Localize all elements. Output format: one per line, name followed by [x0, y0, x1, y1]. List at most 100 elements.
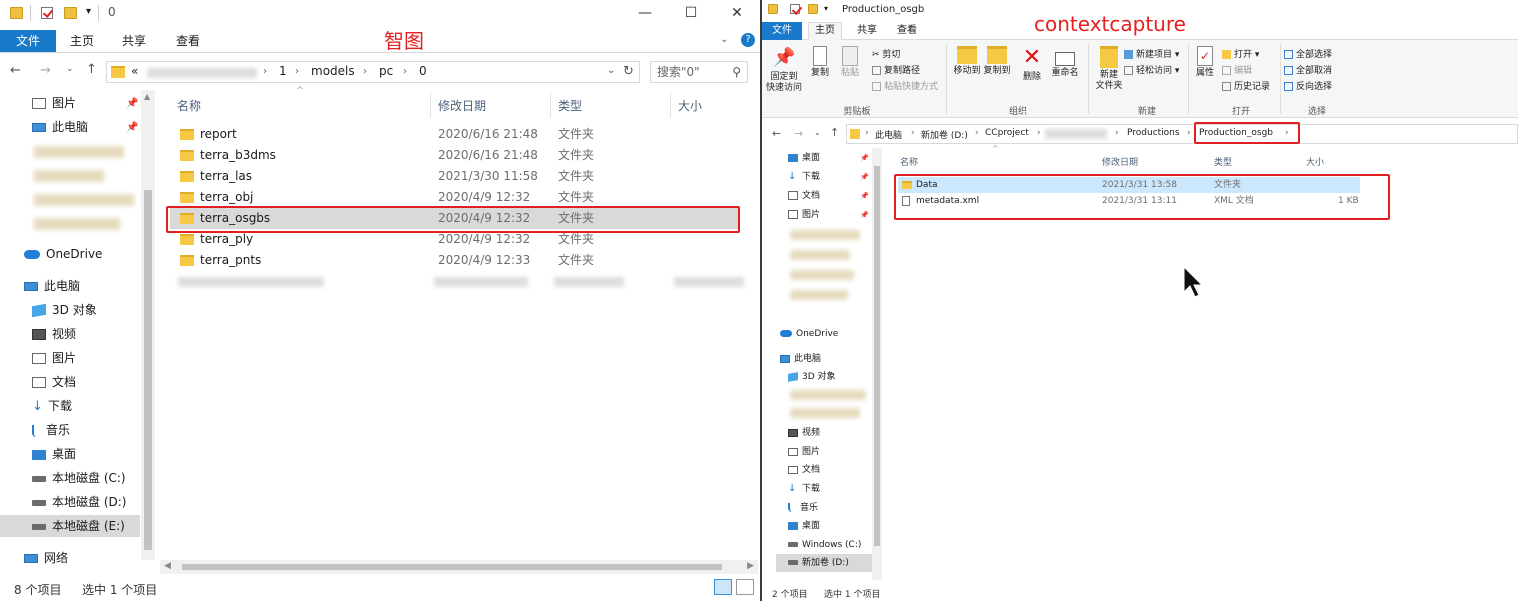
easy-access-button[interactable]: 轻松访问 ▾	[1124, 63, 1179, 76]
column-header-size[interactable]: 大小	[1306, 155, 1324, 168]
forward-button[interactable]: →	[794, 127, 803, 140]
customize-toolbar-icon[interactable]: ▾	[824, 4, 828, 13]
copy-path-button[interactable]: 复制路径	[872, 63, 920, 76]
cut-button[interactable]: ✂ 剪切	[872, 47, 900, 60]
copy-to-button[interactable]: 复制到	[982, 46, 1012, 77]
tab-home[interactable]: 主页	[58, 30, 106, 52]
file-row-terra-b3dms[interactable]: terra_b3dms 2020/6/16 21:48 文件夹	[170, 145, 738, 166]
nav-scrollbar[interactable]: ▲	[141, 90, 155, 560]
column-header-name[interactable]: 名称	[900, 155, 918, 168]
nav-onedrive[interactable]: OneDrive	[780, 325, 838, 343]
breadcrumb-productions[interactable]: Productions	[1127, 128, 1180, 138]
tab-share[interactable]: 共享	[850, 22, 884, 40]
nav-pictures[interactable]: 图片	[788, 443, 820, 461]
file-row-terra-las[interactable]: terra_las 2021/3/30 11:58 文件夹	[170, 166, 738, 187]
breadcrumb-drive-d[interactable]: 新加卷 (D:)	[921, 128, 968, 141]
back-button[interactable]: ←	[10, 63, 21, 78]
nav-desktop[interactable]: 桌面	[788, 517, 820, 535]
nav-this-pc[interactable]: 此电脑	[780, 350, 821, 368]
nav-scrollbar-thumb[interactable]	[874, 166, 880, 546]
edit-button[interactable]: 编辑	[1222, 63, 1252, 76]
tab-share[interactable]: 共享	[110, 30, 158, 52]
nav-videos[interactable]: 视频	[32, 323, 76, 345]
nav-pictures[interactable]: 图片	[32, 347, 76, 369]
delete-button[interactable]: ✕ 删除	[1018, 46, 1046, 83]
column-header-name[interactable]: 名称	[177, 97, 201, 114]
breadcrumb-1[interactable]: 1	[279, 64, 287, 78]
file-row-report[interactable]: report 2020/6/16 21:48 文件夹	[170, 124, 738, 145]
nav-drive-e[interactable]: 本地磁盘 (E:)	[0, 515, 140, 537]
paste-button[interactable]: 粘贴	[838, 46, 862, 79]
forward-button[interactable]: →	[40, 63, 51, 78]
nav-drive-d[interactable]: 新加卷 (D:)	[776, 554, 872, 572]
tab-view[interactable]: 查看	[890, 22, 924, 40]
nav-music[interactable]: 音乐	[32, 419, 70, 441]
breadcrumb-pc[interactable]: pc	[379, 64, 393, 78]
horizontal-scrollbar[interactable]: ◀ ▶	[160, 560, 758, 574]
nav-drive-d[interactable]: 本地磁盘 (D:)	[32, 491, 126, 513]
paste-shortcut-button[interactable]: 粘贴快捷方式	[872, 79, 938, 92]
invert-selection-button[interactable]: 反向选择	[1284, 79, 1332, 92]
file-row-terra-pnts[interactable]: terra_pnts 2020/4/9 12:33 文件夹	[170, 250, 738, 271]
rename-button[interactable]: 重命名	[1048, 46, 1082, 79]
tab-file[interactable]: 文件	[762, 22, 802, 40]
horizontal-scrollbar-thumb[interactable]	[182, 564, 722, 570]
search-input[interactable]: 搜索"0" ⚲	[650, 61, 748, 83]
nav-quick-pictures[interactable]: 图片	[788, 206, 820, 224]
nav-onedrive[interactable]: OneDrive	[24, 243, 102, 265]
breadcrumb-overflow[interactable]: «	[131, 64, 138, 78]
minimize-button[interactable]: —	[622, 0, 668, 28]
column-header-date[interactable]: 修改日期	[1102, 155, 1138, 168]
nav-documents[interactable]: 文档	[32, 371, 76, 393]
nav-desktop[interactable]: 桌面	[32, 443, 76, 465]
large-icons-view-button[interactable]	[736, 579, 754, 595]
column-header-type[interactable]: 类型	[1214, 155, 1232, 168]
close-button[interactable]: ✕	[714, 0, 760, 28]
nav-quick-downloads[interactable]: ↓ 下载	[788, 168, 820, 186]
nav-videos[interactable]: 视频	[788, 424, 820, 442]
properties-icon[interactable]	[41, 7, 53, 19]
copy-button[interactable]: 复制	[808, 46, 832, 79]
select-all-button[interactable]: 全部选择	[1284, 47, 1332, 60]
help-icon[interactable]: ?	[741, 33, 755, 47]
nav-quick-documents[interactable]: 文档	[788, 187, 820, 205]
maximize-button[interactable]: ☐	[668, 0, 714, 28]
address-bar[interactable]: « › 1 › models › pc › 0 ⌄ ↻	[106, 61, 640, 83]
new-item-button[interactable]: 新建项目 ▾	[1124, 47, 1179, 60]
new-folder-icon[interactable]	[64, 7, 77, 19]
nav-downloads[interactable]: ↓ 下载	[788, 480, 820, 498]
column-header-type[interactable]: 类型	[558, 97, 582, 114]
file-row-terra-obj[interactable]: terra_obj 2020/4/9 12:32 文件夹	[170, 187, 738, 208]
nav-3d-objects[interactable]: 3D 对象	[788, 368, 836, 386]
tab-home[interactable]: 主页	[808, 22, 842, 40]
ribbon-expand-icon[interactable]: ⌄	[720, 34, 728, 45]
nav-this-pc[interactable]: 此电脑	[24, 275, 80, 297]
nav-network[interactable]: 网络	[24, 547, 68, 569]
properties-button[interactable]: ✓ 属性	[1192, 46, 1218, 79]
address-dropdown-icon[interactable]: ⌄	[607, 65, 615, 76]
nav-quick-pictures[interactable]: 图片	[32, 92, 76, 114]
breadcrumb-this-pc[interactable]: 此电脑	[875, 128, 902, 141]
column-header-size[interactable]: 大小	[678, 97, 702, 114]
nav-music[interactable]: 音乐	[788, 499, 818, 517]
new-folder-icon[interactable]	[808, 4, 818, 14]
address-bar[interactable]: › 此电脑 › 新加卷 (D:) › CCproject › › Product…	[846, 124, 1518, 144]
column-header-date[interactable]: 修改日期	[438, 97, 486, 114]
breadcrumb-ccproject[interactable]: CCproject	[985, 128, 1029, 138]
pin-to-quick-access-button[interactable]: 📌 固定到 快速访问	[766, 46, 802, 94]
new-folder-button[interactable]: 新建 文件夹	[1092, 46, 1126, 92]
properties-icon[interactable]	[790, 4, 800, 14]
nav-drive-c[interactable]: Windows (C:)	[788, 536, 861, 554]
nav-downloads[interactable]: ↓ 下载	[32, 395, 72, 417]
breadcrumb-models[interactable]: models	[311, 64, 355, 78]
up-button[interactable]: ↑	[830, 126, 839, 139]
nav-quick-this-pc[interactable]: 此电脑	[32, 116, 88, 138]
nav-documents[interactable]: 文档	[788, 461, 820, 479]
tab-view[interactable]: 查看	[164, 30, 212, 52]
details-view-button[interactable]	[714, 579, 732, 595]
customize-toolbar-icon[interactable]: ▾	[86, 6, 91, 17]
tab-file[interactable]: 文件	[0, 30, 56, 52]
nav-drive-c[interactable]: 本地磁盘 (C:)	[32, 467, 126, 489]
refresh-icon[interactable]: ↻	[623, 64, 634, 79]
back-button[interactable]: ←	[772, 127, 781, 140]
